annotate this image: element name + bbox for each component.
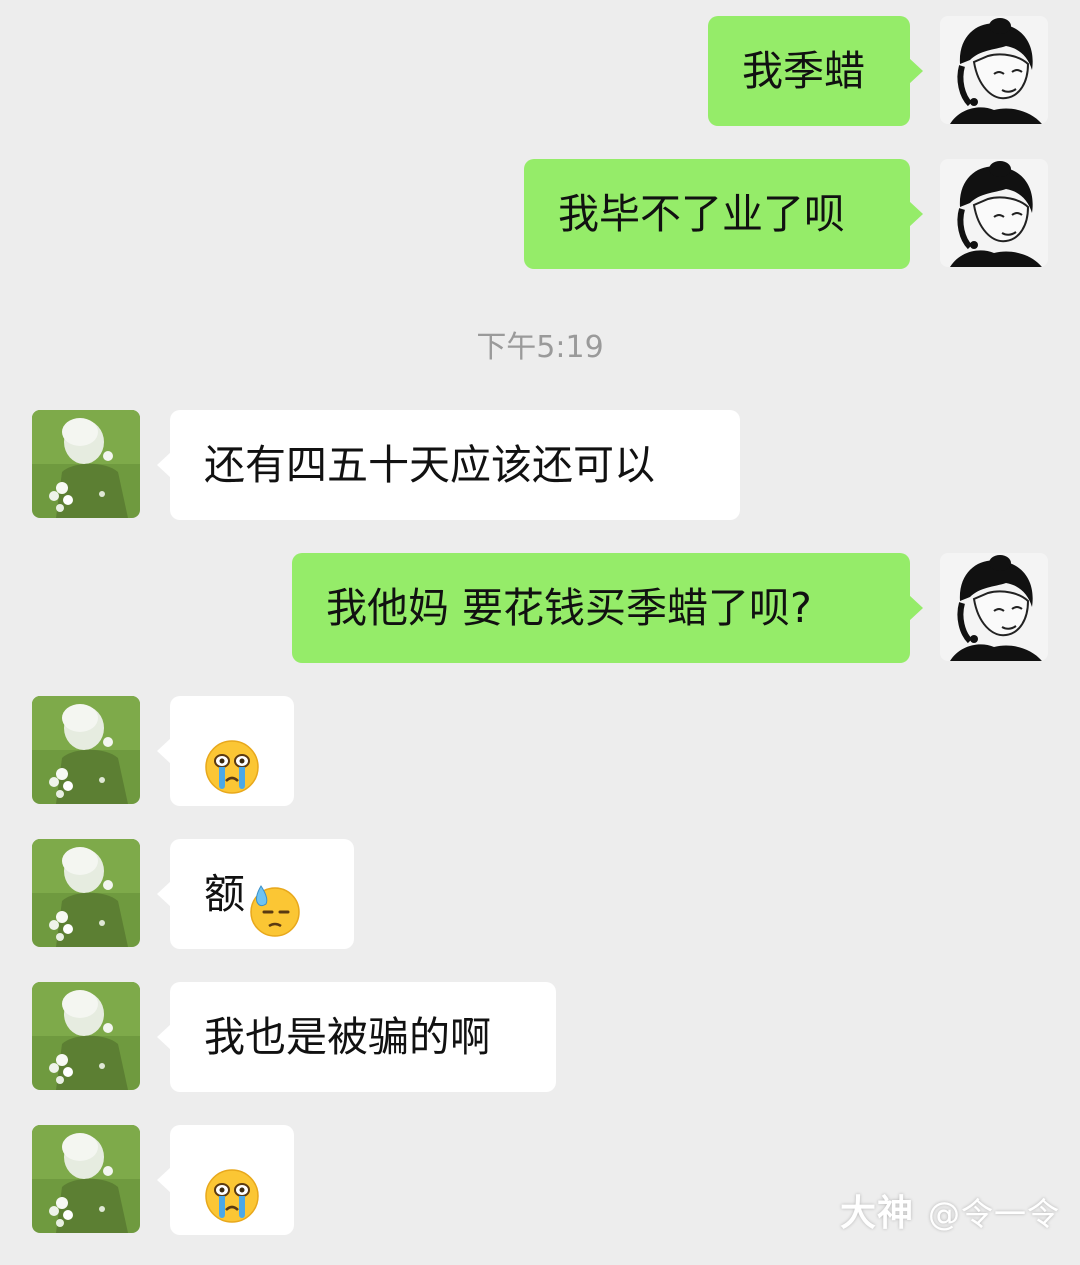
message-bubble[interactable] xyxy=(157,1125,294,1235)
message-bubble[interactable]: 我毕不了业了呗 xyxy=(524,159,923,269)
watermark-brand: 大神 xyxy=(839,1193,914,1234)
message-text: 我他妈 要花钱买季蜡了呗? xyxy=(326,584,812,632)
avatar[interactable] xyxy=(32,839,140,947)
crying-face-icon xyxy=(204,1155,260,1223)
message-text: 额 xyxy=(204,870,245,918)
avatar[interactable] xyxy=(32,1125,140,1233)
message-bubble[interactable]: 还有四五十天应该还可以 xyxy=(157,410,740,520)
watermark: 大神 @令一令 xyxy=(840,1184,1060,1236)
avatar[interactable] xyxy=(940,159,1048,267)
avatar[interactable] xyxy=(32,982,140,1090)
timestamp: 下午5:19 xyxy=(476,330,604,365)
avatar[interactable] xyxy=(32,410,140,518)
crying-face-icon xyxy=(204,726,260,794)
message-text: 我毕不了业了呗 xyxy=(558,190,845,238)
message-text: 我季蜡 xyxy=(742,47,865,95)
avatar[interactable] xyxy=(940,553,1048,661)
message-bubble[interactable]: 额 xyxy=(157,839,354,949)
watermark-handle: @令一令 xyxy=(927,1195,1060,1233)
message-text: 还有四五十天应该还可以 xyxy=(204,441,655,489)
message-bubble[interactable]: 我他妈 要花钱买季蜡了呗? xyxy=(292,553,923,663)
message-bubble[interactable]: 我季蜡 xyxy=(708,16,923,126)
message-text: 我也是被骗的啊 xyxy=(204,1013,491,1061)
message-bubble[interactable] xyxy=(157,696,294,806)
avatar[interactable] xyxy=(32,696,140,804)
message-bubble[interactable]: 我也是被骗的啊 xyxy=(157,982,556,1092)
downcast-sweat-face-icon xyxy=(247,869,303,937)
avatar[interactable] xyxy=(940,16,1048,124)
